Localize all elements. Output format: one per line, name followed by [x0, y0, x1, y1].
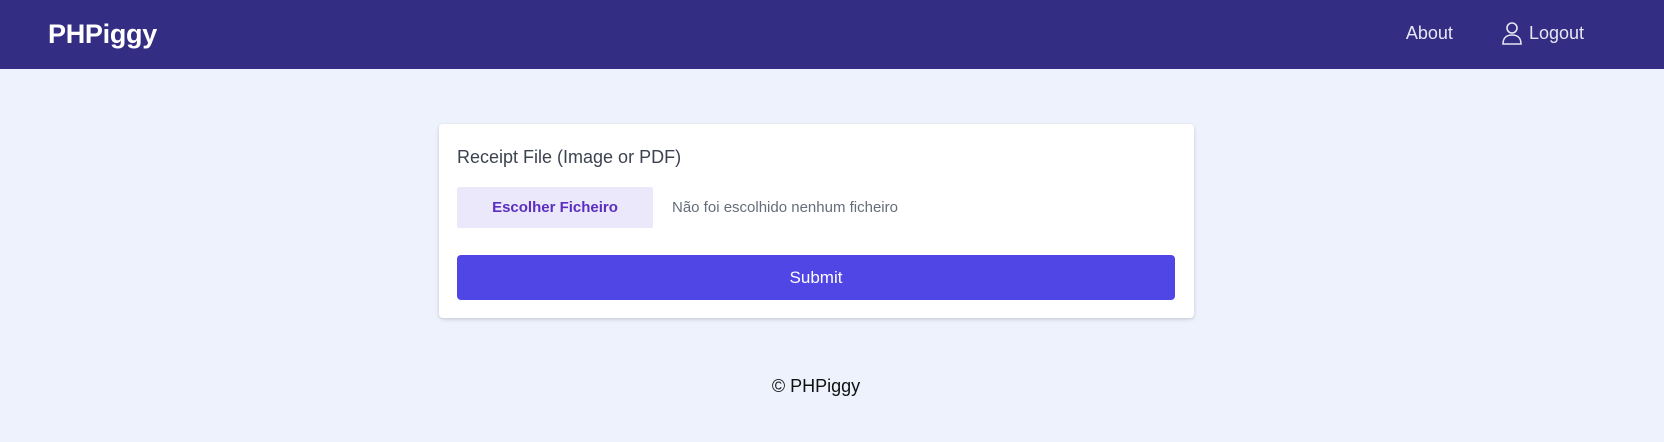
receipt-upload-card: Receipt File (Image or PDF) Escolher Fic… [439, 124, 1194, 318]
receipt-file-label: Receipt File (Image or PDF) [457, 147, 682, 167]
user-icon [1501, 21, 1523, 45]
file-status-text: Não foi escolhido nenhum ficheiro [672, 199, 898, 216]
nav-about-link[interactable]: About [1406, 23, 1453, 44]
nav-links: About Logout [1406, 18, 1584, 48]
choose-file-button[interactable]: Escolher Ficheiro [457, 187, 653, 228]
submit-button[interactable]: Submit [457, 255, 1175, 300]
file-input[interactable]: Escolher Ficheiro Não foi escolhido nenh… [457, 187, 898, 228]
brand-logo[interactable]: PHPiggy [48, 16, 157, 52]
nav-about-label: About [1405, 22, 1453, 43]
nav-logout-link[interactable]: Logout [1501, 21, 1584, 45]
footer-copyright: © PHPiggy [771, 376, 861, 396]
nav-logout-label: Logout [1528, 22, 1584, 43]
navbar: PHPiggy About Logout [0, 0, 1664, 69]
